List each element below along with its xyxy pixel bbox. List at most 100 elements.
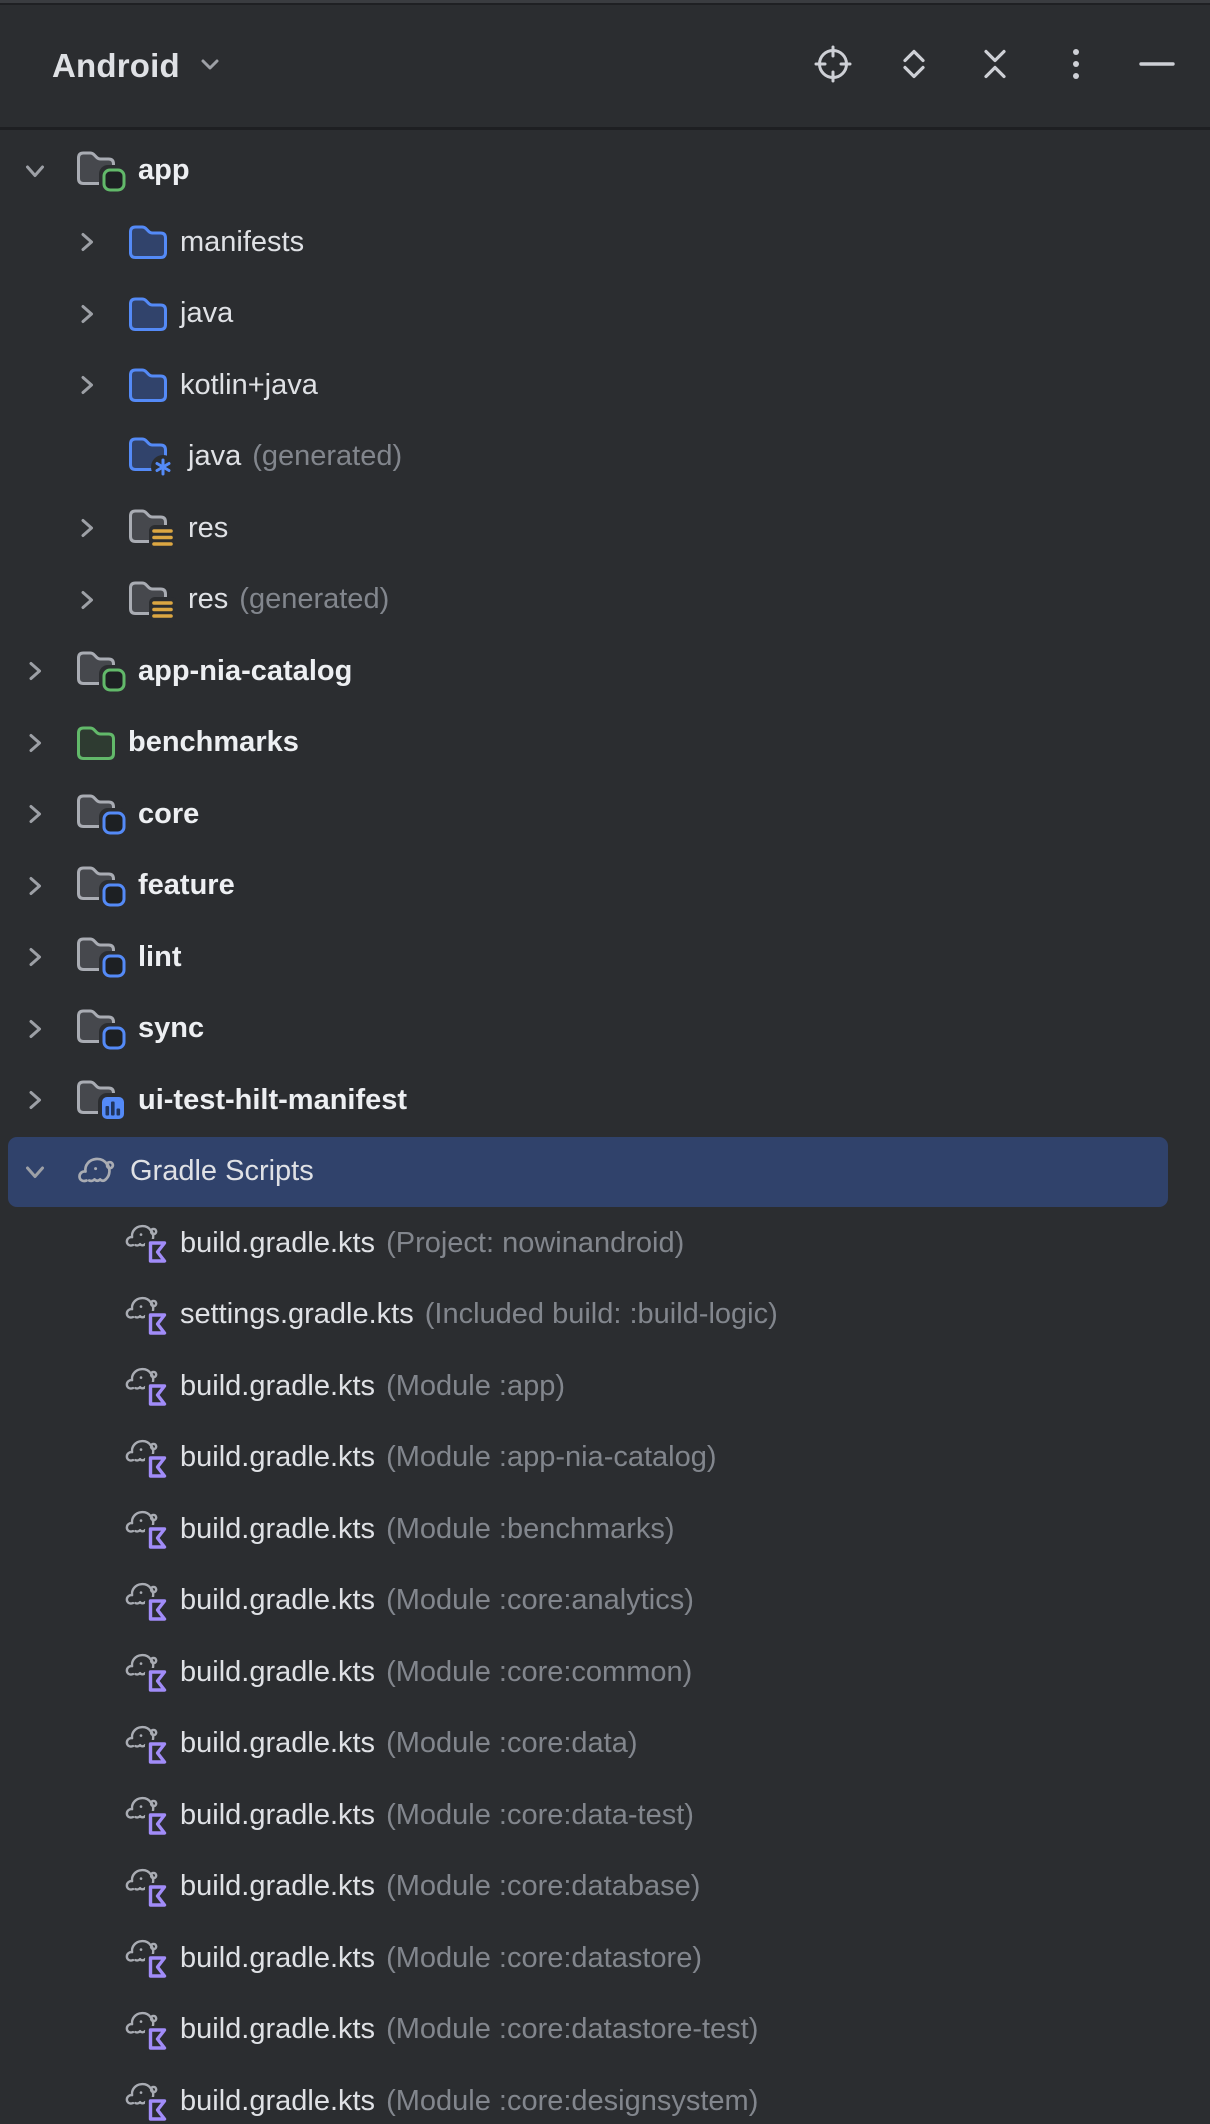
chevron-right-icon[interactable] (74, 587, 126, 613)
tree-row-app-nia-catalog[interactable]: app-nia-catalog (0, 636, 1210, 708)
node-hint: (generated) (252, 440, 402, 473)
collapse-all-button[interactable] (972, 43, 1018, 89)
tree-row-build-gradle-kts[interactable]: build.gradle.kts(Module :app-nia-catalog… (0, 1422, 1210, 1494)
chevron-down-icon (194, 48, 226, 85)
node-label: build.gradle.kts (180, 1799, 375, 1832)
gradle-kotlin-script-icon (122, 1506, 170, 1552)
android-library-module-folder-icon (74, 791, 128, 837)
tree-row-java[interactable]: java (0, 278, 1210, 350)
node-label: benchmarks (128, 726, 299, 759)
node-label: lint (138, 941, 182, 974)
minimize-icon (1135, 42, 1179, 91)
tree-row-java[interactable]: java(generated) (0, 421, 1210, 493)
node-hint: (Module :core:data-test) (386, 1799, 694, 1832)
tree-row-build-gradle-kts[interactable]: build.gradle.kts (Module :core:data) (0, 1708, 1210, 1780)
node-label: res (188, 583, 228, 616)
tree-row-lint[interactable]: lint (0, 922, 1210, 994)
chevron-expanded-icon[interactable] (22, 1159, 74, 1185)
tree-row-ui-test-hilt-manifest[interactable]: ui-test-hilt-manifest (0, 1065, 1210, 1137)
node-label: manifests (180, 226, 304, 259)
chevron-expanded-icon[interactable] (22, 158, 74, 184)
gradle-kotlin-script-icon (122, 1292, 170, 1338)
hide-tool-window-button[interactable] (1134, 43, 1180, 89)
node-hint: (Module :core:datastore-test) (386, 2013, 758, 2046)
tree-row-manifests[interactable]: manifests (0, 207, 1210, 279)
node-label: java (180, 297, 233, 330)
benchmark-module-folder-icon (74, 1077, 128, 1123)
tree-row-build-gradle-kts[interactable]: build.gradle.kts(Module :benchmarks) (0, 1494, 1210, 1566)
tree-row-res[interactable]: res (0, 493, 1210, 565)
tree-row-benchmarks[interactable]: benchmarks (0, 707, 1210, 779)
gradle-kotlin-script-icon (122, 1935, 170, 1981)
tree-row-core[interactable]: core (0, 779, 1210, 851)
chevron-right-icon[interactable] (22, 658, 74, 684)
toolbar-actions (810, 43, 1180, 89)
project-tree: app manifests java kotlin+java java(generat… (0, 130, 1210, 2124)
node-hint: (generated) (239, 583, 389, 616)
node-label: build.gradle.kts (180, 1727, 375, 1760)
test-folder-green-icon (74, 723, 118, 763)
node-label: build.gradle.kts (180, 2013, 375, 2046)
tree-row-build-gradle-kts[interactable]: build.gradle.kts(Module :core:analytics) (0, 1565, 1210, 1637)
gradle-kotlin-script-icon (122, 2078, 170, 2124)
tree-row-gradle-scripts[interactable]: Gradle Scripts (0, 1136, 1210, 1208)
node-label: ui-test-hilt-manifest (138, 1084, 407, 1117)
node-hint: (Module :app) (386, 1370, 565, 1403)
tree-row-build-gradle-kts[interactable]: build.gradle.kts(Module :core:designsyst… (0, 2066, 1210, 2124)
node-label: build.gradle.kts (180, 1227, 375, 1260)
android-app-module-folder-icon (74, 148, 128, 194)
node-label: build.gradle.kts (180, 1441, 375, 1474)
gradle-kotlin-script-icon (122, 1578, 170, 1624)
node-label: app (138, 154, 190, 187)
chevron-right-icon[interactable] (22, 801, 74, 827)
tree-row-build-gradle-kts[interactable]: build.gradle.kts(Module :core:datastore) (0, 1923, 1210, 1995)
android-library-module-folder-icon (74, 863, 128, 909)
chevron-right-icon[interactable] (22, 944, 74, 970)
folder-blue-icon (126, 294, 170, 334)
tree-row-build-gradle-kts[interactable]: build.gradle.kts (Module :core:datastore-… (0, 1994, 1210, 2066)
kebab-menu-icon (1054, 42, 1098, 91)
resources-folder-icon (126, 578, 178, 622)
node-label: build.gradle.kts (180, 1513, 375, 1546)
tree-row-res[interactable]: res (generated) (0, 564, 1210, 636)
node-label: kotlin+java (180, 369, 318, 402)
node-label: build.gradle.kts (180, 1870, 375, 1903)
node-hint: (Included build: :build-logic) (425, 1298, 778, 1331)
node-hint: (Project: nowinandroid) (386, 1227, 684, 1260)
tree-row-build-gradle-kts[interactable]: build.gradle.kts (Module :core:data-test) (0, 1780, 1210, 1852)
view-selector-label: Android (52, 47, 180, 85)
tree-row-build-gradle-kts[interactable]: build.gradle.kts (Module :app) (0, 1351, 1210, 1423)
node-hint: (Module :core:data) (386, 1727, 637, 1760)
tree-row-feature[interactable]: feature (0, 850, 1210, 922)
chevron-right-icon[interactable] (74, 372, 126, 398)
project-view-selector[interactable]: Android (52, 47, 226, 85)
tree-row-build-gradle-kts[interactable]: build.gradle.kts (Module :core:database) (0, 1851, 1210, 1923)
expand-all-icon (892, 42, 936, 91)
expand-all-button[interactable] (891, 43, 937, 89)
generated-java-folder-icon (126, 434, 178, 480)
tree-row-kotlin+java[interactable]: kotlin+java (0, 350, 1210, 422)
tree-row-build-gradle-kts[interactable]: build.gradle.kts(Module :core:common) (0, 1637, 1210, 1709)
tree-row-app[interactable]: app (0, 135, 1210, 207)
project-tool-window: Android app manifests java kotlin+java java… (0, 0, 1210, 2124)
node-label: build.gradle.kts (180, 1656, 375, 1689)
chevron-right-icon[interactable] (74, 515, 126, 541)
chevron-right-icon[interactable] (74, 229, 126, 255)
chevron-right-icon[interactable] (22, 730, 74, 756)
android-library-module-folder-icon (74, 934, 128, 980)
node-hint: (Module :core:analytics) (386, 1584, 694, 1617)
node-hint: (Module :core:database) (386, 1870, 700, 1903)
node-label: build.gradle.kts (180, 1370, 375, 1403)
tree-row-settings-gradle-kts[interactable]: settings.gradle.kts(Included build: :bui… (0, 1279, 1210, 1351)
chevron-right-icon[interactable] (74, 301, 126, 327)
tree-row-build-gradle-kts[interactable]: build.gradle.kts (Project: nowinandroid) (0, 1208, 1210, 1280)
locate-opened-file-button[interactable] (810, 43, 856, 89)
tree-row-sync[interactable]: sync (0, 993, 1210, 1065)
chevron-right-icon[interactable] (22, 873, 74, 899)
more-options-button[interactable] (1053, 43, 1099, 89)
chevron-right-icon[interactable] (22, 1016, 74, 1042)
node-label: core (138, 798, 199, 831)
chevron-right-icon[interactable] (22, 1087, 74, 1113)
gradle-kotlin-script-icon (122, 1649, 170, 1695)
android-library-module-folder-icon (74, 1006, 128, 1052)
